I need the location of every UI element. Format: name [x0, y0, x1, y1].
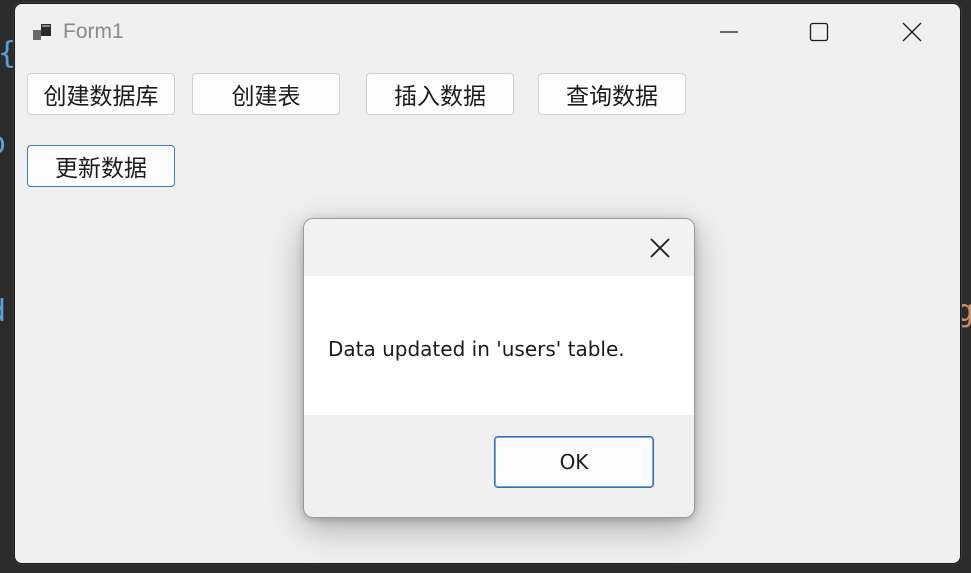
minimize-button[interactable] — [706, 12, 752, 52]
dialog-title-bar[interactable] — [304, 219, 694, 276]
close-icon — [650, 238, 670, 258]
update-data-button[interactable]: 更新数据 — [27, 145, 175, 187]
message-box-dialog: Data updated in 'users' table. OK — [303, 218, 695, 518]
background-code-fragment: d — [0, 294, 6, 329]
app-window-icon — [31, 20, 55, 44]
title-bar[interactable]: Form1 — [15, 4, 960, 61]
dialog-message: Data updated in 'users' table. — [328, 337, 625, 361]
background-code-fragment: o — [0, 126, 6, 161]
close-icon — [902, 22, 922, 42]
window-title: Form1 — [63, 20, 124, 43]
minimize-icon — [720, 31, 738, 33]
dialog-body: Data updated in 'users' table. — [304, 276, 694, 415]
create-table-button[interactable]: 创建表 — [192, 73, 340, 115]
create-database-button[interactable]: 创建数据库 — [27, 73, 175, 115]
ok-button[interactable]: OK — [494, 436, 654, 488]
close-button[interactable] — [889, 12, 935, 52]
query-data-button[interactable]: 查询数据 — [538, 73, 686, 115]
maximize-button[interactable] — [796, 12, 842, 52]
insert-data-button[interactable]: 插入数据 — [366, 73, 514, 115]
dialog-close-button[interactable] — [640, 230, 680, 266]
maximize-icon — [809, 22, 829, 42]
